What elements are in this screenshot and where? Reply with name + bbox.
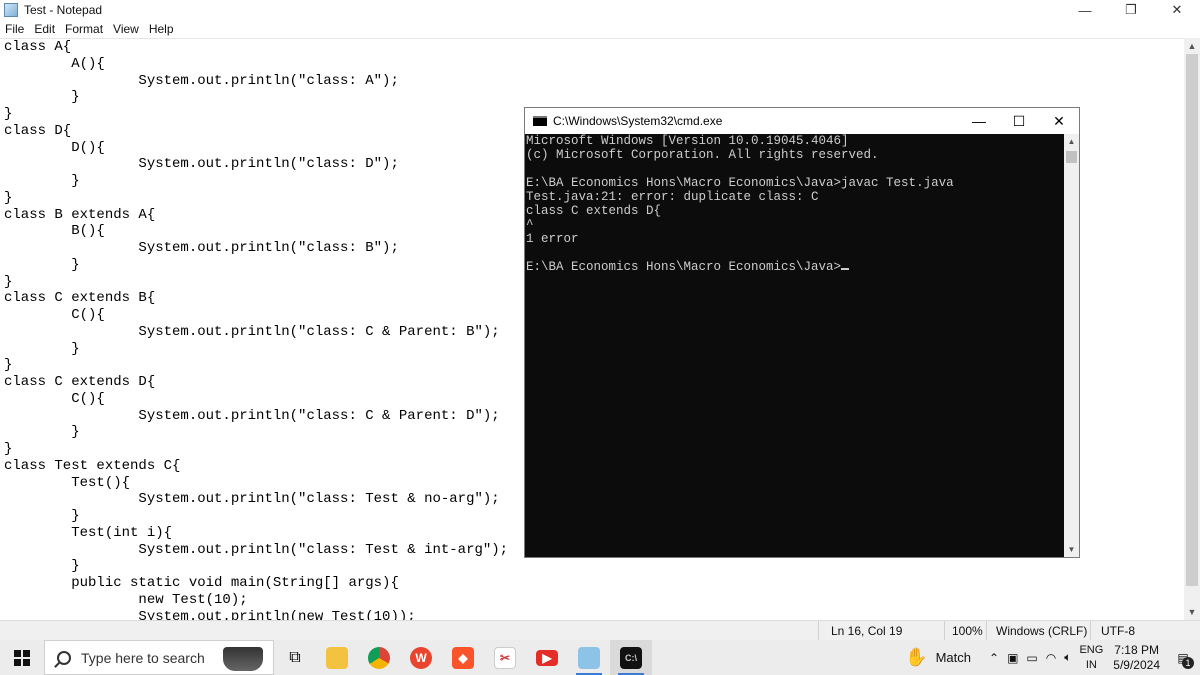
language-bottom: IN xyxy=(1085,658,1097,671)
notepad-window-controls: — ❐ ✕ xyxy=(1062,0,1200,20)
taskbar-search-box[interactable]: Type here to search xyxy=(44,640,274,675)
task-view-icon: ⧉ xyxy=(289,648,301,666)
status-position: Ln 16, Col 19 xyxy=(831,624,903,638)
status-line-ending: Windows (CRLF) xyxy=(996,624,1088,638)
menu-view[interactable]: View xyxy=(108,22,144,36)
search-placeholder: Type here to search xyxy=(81,649,205,666)
scroll-up-icon[interactable]: ▲ xyxy=(1184,38,1200,54)
cmd-close-button[interactable]: ✕ xyxy=(1039,108,1079,134)
chrome-icon xyxy=(368,646,390,669)
brave-button[interactable]: ◆ xyxy=(442,640,484,675)
language-top: ENG xyxy=(1079,643,1104,656)
windows-logo-icon xyxy=(14,649,30,666)
cmd-output: Microsoft Windows [Version 10.0.19045.40… xyxy=(526,134,954,274)
cmd-title-bar: C:\Windows\System32\cmd.exe — ☐ ✕ xyxy=(525,108,1079,134)
menu-help[interactable]: Help xyxy=(144,22,179,36)
cmd-scroll-thumb[interactable] xyxy=(1066,151,1077,163)
scissors-icon: ✂ xyxy=(494,646,516,669)
cmd-icon xyxy=(533,116,547,126)
taskbar: Type here to search ⧉ W ◆ ✂ ▶ C:\ ✋ Matc… xyxy=(0,640,1200,675)
notepad-title-bar: Test - Notepad — ❐ ✕ xyxy=(0,0,1200,20)
close-button[interactable]: ✕ xyxy=(1154,0,1200,20)
minimize-button[interactable]: — xyxy=(1062,0,1108,20)
folder-icon xyxy=(326,646,348,669)
cmd-title: C:\Windows\System32\cmd.exe xyxy=(553,114,723,128)
notepad-icon xyxy=(578,646,600,669)
menu-edit[interactable]: Edit xyxy=(29,22,60,36)
search-icon xyxy=(57,650,71,665)
network-status-icon[interactable]: ▣ xyxy=(1003,651,1022,665)
start-button[interactable] xyxy=(0,640,44,675)
wps-button[interactable]: W xyxy=(400,640,442,675)
notepad-icon xyxy=(4,3,18,17)
chrome-button[interactable] xyxy=(358,640,400,675)
language-indicator[interactable]: ENG IN xyxy=(1075,643,1107,673)
menu-format[interactable]: Format xyxy=(60,22,108,36)
wps-office-icon: W xyxy=(410,646,432,669)
cmd-minimize-button[interactable]: — xyxy=(959,108,999,134)
file-explorer-button[interactable] xyxy=(316,640,358,675)
weather-hand-icon: ✋ xyxy=(905,647,928,667)
scroll-thumb[interactable] xyxy=(1186,54,1198,586)
chevron-up-icon[interactable]: ⌃ xyxy=(985,651,1003,665)
notepad-title: Test - Notepad xyxy=(24,3,103,17)
menu-file[interactable]: File xyxy=(0,22,29,36)
graduation-cap-icon xyxy=(223,647,263,671)
youtube-button[interactable]: ▶ xyxy=(526,640,568,675)
notepad-menu-bar: File Edit Format View Help xyxy=(0,20,1200,38)
status-encoding: UTF-8 xyxy=(1101,624,1135,638)
brave-lion-icon: ◆ xyxy=(452,646,474,669)
status-zoom: 100% xyxy=(952,624,983,638)
cmd-cursor xyxy=(841,268,850,270)
task-view-button[interactable]: ⧉ xyxy=(274,640,316,675)
system-tray: ✋ Match ⌃ ▣ ▭ ◠ 🔈︎ ENG IN 7:18 PM 5/9/20… xyxy=(901,640,1200,675)
cmd-taskbar-button[interactable]: C:\ xyxy=(610,640,652,675)
battery-icon[interactable]: ▭ xyxy=(1022,651,1041,665)
snipping-tool-button[interactable]: ✂ xyxy=(484,640,526,675)
youtube-play-icon: ▶ xyxy=(536,649,558,666)
restore-button[interactable]: ❐ xyxy=(1108,0,1154,20)
notification-badge: 1 xyxy=(1182,656,1194,669)
scroll-down-icon[interactable]: ▼ xyxy=(1184,604,1200,620)
cmd-console[interactable]: Microsoft Windows [Version 10.0.19045.40… xyxy=(525,134,1065,557)
clock-time: 7:18 PM xyxy=(1114,642,1159,657)
cmd-window: C:\Windows\System32\cmd.exe — ☐ ✕ Micros… xyxy=(524,107,1080,558)
weather-text[interactable]: Match xyxy=(932,650,985,665)
speaker-icon[interactable]: 🔈︎ xyxy=(1060,650,1075,665)
cmd-scroll-down-icon[interactable]: ▼ xyxy=(1064,542,1079,557)
notepad-vertical-scrollbar[interactable]: ▲ ▼ xyxy=(1184,38,1200,620)
clock-date: 5/9/2024 xyxy=(1113,657,1160,672)
cmd-scroll-up-icon[interactable]: ▲ xyxy=(1064,134,1079,149)
cmd-window-controls: — ☐ ✕ xyxy=(959,108,1079,134)
cmd-vertical-scrollbar[interactable]: ▲ ▼ xyxy=(1064,134,1079,557)
notepad-status-bar: Ln 16, Col 19 100% Windows (CRLF) UTF-8 xyxy=(0,620,1200,641)
terminal-icon: C:\ xyxy=(620,646,642,669)
clock[interactable]: 7:18 PM 5/9/2024 xyxy=(1107,643,1166,673)
notepad-taskbar-button[interactable] xyxy=(568,640,610,675)
notification-icon[interactable]: ▤ 1 xyxy=(1166,651,1200,669)
cmd-maximize-button[interactable]: ☐ xyxy=(999,108,1039,134)
wifi-icon[interactable]: ◠ xyxy=(1042,651,1060,665)
